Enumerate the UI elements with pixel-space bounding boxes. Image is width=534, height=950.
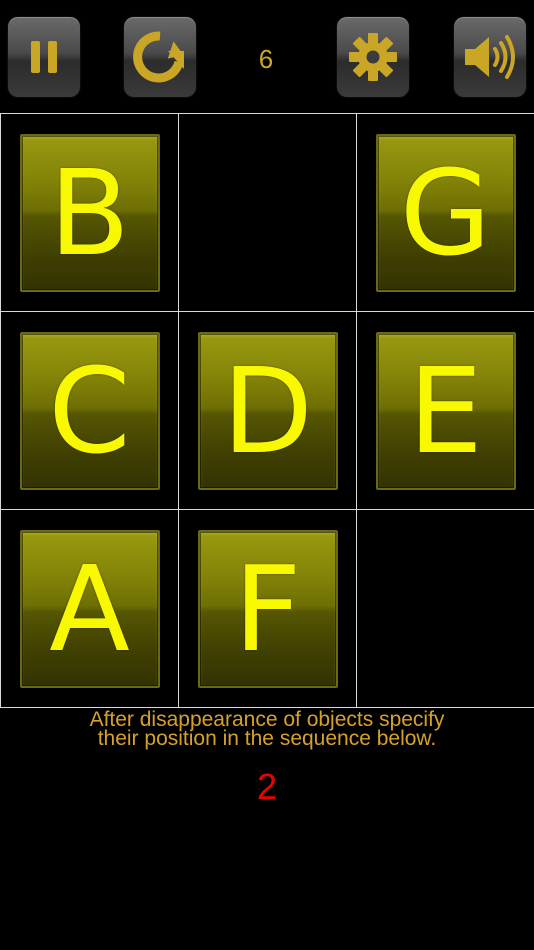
game-screen: 6 B G C D E A F After disappearance of o… (0, 0, 534, 950)
grid-cell[interactable]: C (0, 311, 179, 510)
grid-cell[interactable]: A (0, 509, 179, 708)
grid-cell[interactable]: G (356, 113, 534, 312)
pause-icon (24, 37, 64, 77)
instruction-text: After disappearance of objects specify t… (0, 709, 534, 750)
grid-cell[interactable]: B (0, 113, 179, 312)
instruction-line-2: their position in the sequence below. (97, 727, 437, 750)
top-toolbar: 6 (0, 0, 534, 112)
gear-icon (347, 31, 399, 83)
level-counter: 6 (258, 44, 274, 74)
letter-tile[interactable]: E (375, 331, 516, 490)
letter-tile[interactable]: G (375, 133, 516, 292)
game-grid: B G C D E A F (0, 113, 534, 708)
grid-cell-empty[interactable] (356, 509, 534, 708)
answer-sequence: 2 (256, 766, 278, 807)
pause-button[interactable] (8, 17, 80, 97)
grid-cell-empty[interactable] (178, 113, 357, 312)
grid-cell[interactable]: F (178, 509, 357, 708)
restart-icon (132, 29, 188, 85)
restart-button[interactable] (124, 17, 196, 97)
settings-button[interactable] (337, 17, 409, 97)
grid-cell[interactable]: E (356, 311, 534, 510)
letter-tile[interactable]: F (197, 529, 338, 688)
letter-tile[interactable]: C (19, 331, 160, 490)
letter-tile[interactable]: B (19, 133, 160, 292)
letter-tile[interactable]: D (197, 331, 338, 490)
grid-cell[interactable]: D (178, 311, 357, 510)
letter-tile[interactable]: A (19, 529, 160, 688)
sound-button[interactable] (454, 17, 526, 97)
speaker-icon (461, 32, 519, 82)
